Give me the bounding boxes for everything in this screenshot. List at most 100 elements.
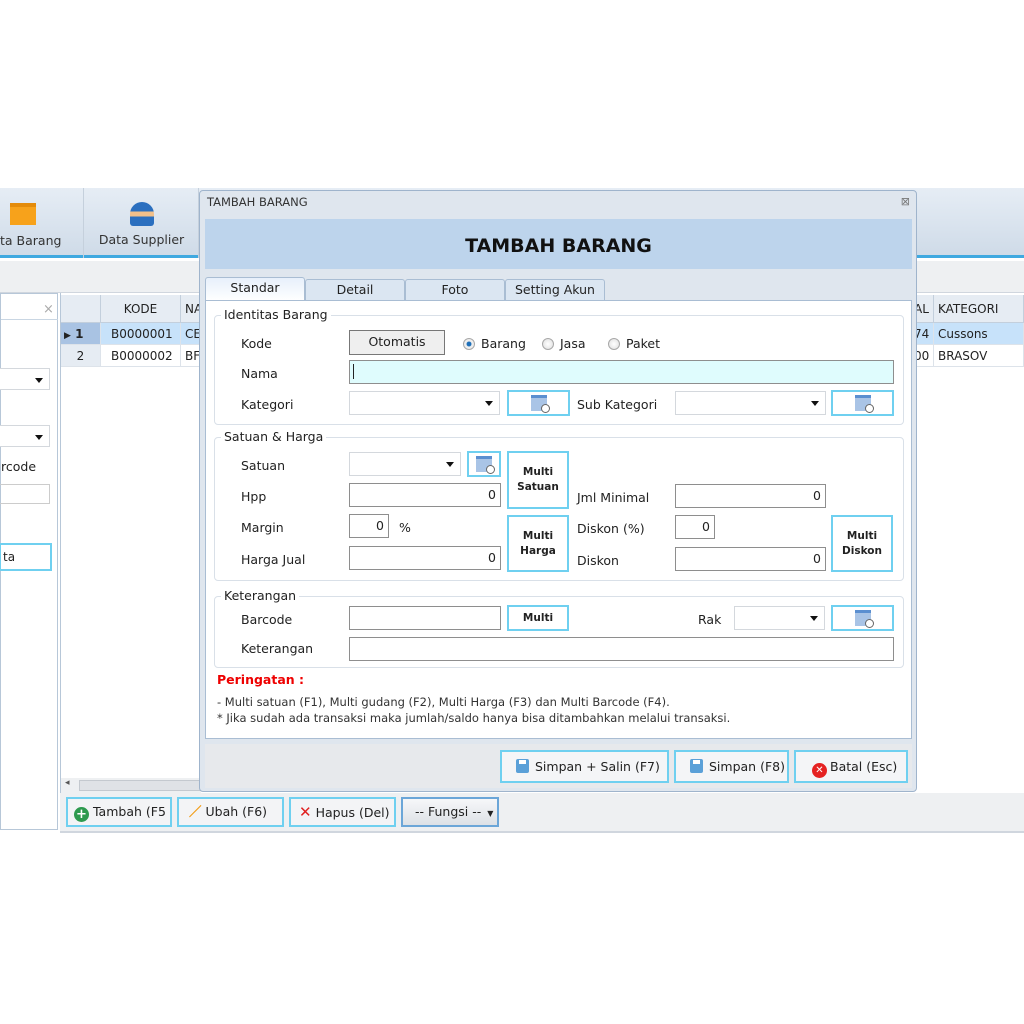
dialog-button-bar: Simpan + Salin (F7) Simpan (F8) ✕ Batal (… <box>205 744 912 788</box>
filter-panel: × rcode ta <box>0 293 58 830</box>
row-number: 1 <box>75 327 84 341</box>
save-icon <box>516 759 529 773</box>
diskon-input[interactable]: 0 <box>675 547 826 571</box>
group-title: Keterangan <box>221 588 300 603</box>
harga-jual-label: Harga Jual <box>241 552 306 567</box>
radio-unchecked-icon <box>608 337 620 350</box>
grid-header-kode[interactable]: KODE <box>101 295 181 323</box>
horizontal-scrollbar[interactable]: ◂ <box>61 778 201 793</box>
dropdown-arrow-icon: ▼ <box>487 809 494 818</box>
search-list-icon <box>530 395 550 413</box>
ribbon-data-barang[interactable]: ta Barang <box>0 188 84 258</box>
pencil-icon: ／ <box>189 804 202 819</box>
radio-label: Barang <box>481 336 526 351</box>
tab-foto[interactable]: Foto <box>405 279 505 301</box>
radio-paket[interactable]: Paket <box>608 336 660 351</box>
sub-kategori-label: Sub Kategori <box>577 397 658 412</box>
btn-line: Diskon <box>842 544 882 557</box>
search-data-button[interactable]: ta <box>0 543 52 571</box>
keterangan-input[interactable] <box>349 637 894 661</box>
button-label: Simpan (F8) <box>709 759 785 774</box>
btn-line: Harga <box>520 544 556 557</box>
tab-content-standar: Identitas Barang Kode Otomatis Barang Ja… <box>205 300 912 739</box>
multi-barcode-button[interactable]: Multi <box>507 605 569 631</box>
x-icon: ✕ <box>299 803 312 821</box>
rak-label: Rak <box>698 612 722 627</box>
tambah-button[interactable]: + Tambah (F5 <box>66 797 172 827</box>
rak-search-button[interactable] <box>831 605 894 631</box>
button-label: Batal (Esc) <box>830 759 898 774</box>
search-list-icon <box>854 395 874 413</box>
tab-setting-akun[interactable]: Setting Akun <box>505 279 605 301</box>
multi-satuan-button[interactable]: Multi Satuan <box>507 451 569 509</box>
radio-checked-icon <box>463 337 475 350</box>
barcode-filter-input[interactable] <box>0 484 50 504</box>
radio-label: Paket <box>626 336 661 351</box>
tambah-barang-dialog: TAMBAH BARANG ⊠ TAMBAH BARANG Standar De… <box>199 190 917 792</box>
percent-label: % <box>399 520 411 535</box>
kategori-combo[interactable] <box>349 391 500 415</box>
satuan-label: Satuan <box>241 458 286 473</box>
ubah-button[interactable]: ／ Ubah (F6) <box>177 797 284 827</box>
multi-harga-button[interactable]: Multi Harga <box>507 515 569 572</box>
filter-combo-2[interactable] <box>0 425 50 447</box>
ubah-label: Ubah (F6) <box>205 804 268 819</box>
radio-barang[interactable]: Barang <box>463 336 526 351</box>
otomatis-button[interactable]: Otomatis <box>349 330 445 355</box>
sub-kategori-search-button[interactable] <box>831 390 894 416</box>
close-icon[interactable]: ⊠ <box>901 191 910 213</box>
fungsi-dropdown[interactable]: -- Fungsi -- ▼ <box>401 797 499 827</box>
filter-combo-1[interactable] <box>0 368 50 390</box>
satuan-search-button[interactable] <box>467 451 501 477</box>
search-list-icon <box>854 610 874 628</box>
kode-label: Kode <box>241 336 272 351</box>
keterangan-label: Keterangan <box>241 641 314 656</box>
multi-diskon-button[interactable]: Multi Diskon <box>831 515 893 572</box>
nama-input[interactable] <box>349 360 894 384</box>
warning-line-2: * Jika sudah ada transaksi maka jumlah/s… <box>217 711 731 725</box>
hapus-button[interactable]: ✕ Hapus (Del) <box>289 797 396 827</box>
batal-button[interactable]: ✕ Batal (Esc) <box>794 750 908 783</box>
cell-kode: B0000001 <box>101 323 181 345</box>
window-title: TAMBAH BARANG <box>207 195 308 209</box>
tab-standar[interactable]: Standar <box>205 277 305 301</box>
kategori-search-button[interactable] <box>507 390 570 416</box>
simpan-button[interactable]: Simpan (F8) <box>674 750 789 783</box>
cell-kategori: Cussons <box>934 323 1024 345</box>
dialog-header: TAMBAH BARANG <box>205 219 912 269</box>
radio-unchecked-icon <box>542 337 554 350</box>
save-icon <box>690 759 703 773</box>
ribbon-data-supplier[interactable]: Data Supplier <box>85 188 199 258</box>
harga-jual-input[interactable]: 0 <box>349 546 501 570</box>
grid-header-kategori[interactable]: KATEGORI <box>934 295 1024 323</box>
diskon-pct-input[interactable]: 0 <box>675 515 715 539</box>
satuan-combo[interactable] <box>349 452 461 476</box>
simpan-salin-button[interactable]: Simpan + Salin (F7) <box>500 750 669 783</box>
group-identitas-barang: Identitas Barang Kode Otomatis Barang Ja… <box>214 307 904 425</box>
close-icon[interactable]: × <box>43 302 54 317</box>
barcode-label: Barcode <box>241 612 293 627</box>
radio-jasa[interactable]: Jasa <box>542 336 586 351</box>
kategori-label: Kategori <box>241 397 294 412</box>
cell-kode: B0000002 <box>101 345 181 367</box>
box-icon <box>10 203 36 225</box>
ribbon-label: Data Supplier <box>98 232 185 247</box>
row-indicator-icon: ▶ <box>64 331 71 341</box>
supplier-icon <box>129 202 154 226</box>
group-keterangan: Keterangan Barcode Multi Rak Keterangan <box>214 588 904 668</box>
hpp-label: Hpp <box>241 489 267 504</box>
rak-combo[interactable] <box>734 606 825 630</box>
btn-line: Satuan <box>517 481 559 493</box>
barcode-label: rcode <box>1 459 37 474</box>
button-label: Simpan + Salin (F7) <box>535 759 660 774</box>
tab-detail[interactable]: Detail <box>305 279 405 301</box>
margin-input[interactable]: 0 <box>349 514 389 538</box>
barcode-input[interactable] <box>349 606 501 630</box>
sub-kategori-combo[interactable] <box>675 391 826 415</box>
hpp-input[interactable]: 0 <box>349 483 501 507</box>
btn-line: Multi <box>522 529 554 542</box>
ribbon-label: ta Barang <box>0 233 62 248</box>
grid-header-rownum <box>61 295 101 323</box>
jml-minimal-input[interactable]: 0 <box>675 484 826 508</box>
hapus-label: Hapus (Del) <box>315 805 390 820</box>
